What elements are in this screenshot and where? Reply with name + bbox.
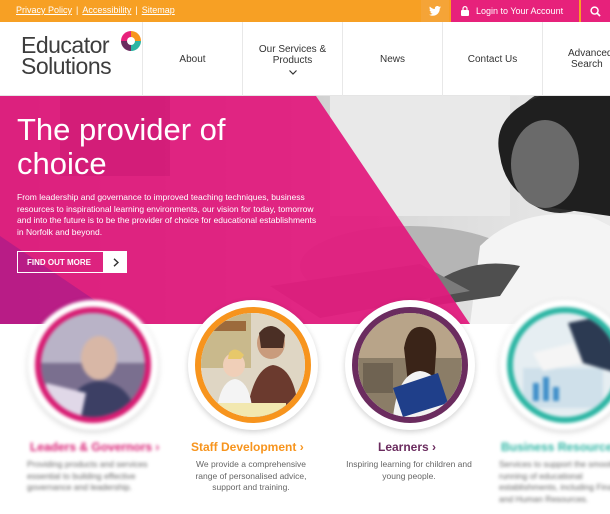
link-separator: | xyxy=(76,5,79,15)
card-desc-leaders: Providing products and services essentia… xyxy=(27,459,148,492)
nav-contact-label: Contact Us xyxy=(467,53,518,65)
chevron-right-icon xyxy=(104,251,127,273)
logo-line-2: Solutions xyxy=(21,53,112,79)
hero-title: The provider of choice xyxy=(17,113,226,181)
utility-links: Privacy Policy | Accessibility | Sitemap xyxy=(16,5,175,15)
learners-image[interactable] xyxy=(345,300,475,430)
nav-advanced-search[interactable]: Advanced Search xyxy=(542,22,610,96)
find-out-more-label: FIND OUT MORE xyxy=(17,251,104,273)
lock-icon xyxy=(461,6,469,16)
card-desc-staff: We provide a comprehensive range of pers… xyxy=(195,459,307,492)
hero-title-line-1: The provider of xyxy=(17,112,226,147)
site-logo[interactable]: Educator Solutions xyxy=(21,31,146,85)
nav-about[interactable]: About xyxy=(142,22,242,96)
nav-services-label-2: Products xyxy=(272,54,313,66)
logo-mark-icon xyxy=(121,31,141,51)
nav-news[interactable]: News xyxy=(342,22,442,96)
nav-contact-us[interactable]: Contact Us xyxy=(442,22,542,96)
card-title-learners[interactable]: Learners › xyxy=(378,440,436,454)
link-separator: | xyxy=(135,5,138,15)
leaders-governors-image[interactable] xyxy=(28,300,158,430)
nav-news-label: News xyxy=(379,53,405,65)
twitter-icon xyxy=(429,6,441,16)
main-nav: About Our Services & Products News Conta… xyxy=(142,22,610,96)
login-button[interactable]: Login to Your Account xyxy=(451,0,579,22)
search-icon xyxy=(590,5,601,17)
staff-development-image[interactable] xyxy=(188,300,318,430)
hero-banner: The provider of choice From leadership a… xyxy=(0,96,610,324)
search-button[interactable] xyxy=(581,0,610,22)
business-resources-image[interactable] xyxy=(500,300,610,430)
site-header: Educator Solutions About Our Services & … xyxy=(0,22,610,96)
login-label: Login to Your Account xyxy=(476,6,564,16)
find-out-more-button[interactable]: FIND OUT MORE xyxy=(17,251,127,273)
card-desc-learners: Inspiring learning for children and youn… xyxy=(346,459,472,481)
hero-title-line-2: choice xyxy=(17,146,107,181)
nav-services-label: Our Services & xyxy=(258,43,327,55)
nav-advanced-label: Advanced xyxy=(568,48,610,59)
card-title-staff[interactable]: Staff Development › xyxy=(191,440,304,454)
privacy-policy-link[interactable]: Privacy Policy xyxy=(16,5,72,15)
card-desc-business: Services to support the smooth running o… xyxy=(499,459,610,504)
twitter-button[interactable] xyxy=(421,0,449,22)
card-title-business[interactable]: Business Resources › xyxy=(501,440,610,454)
accessibility-link[interactable]: Accessibility xyxy=(82,5,131,15)
nav-services-products[interactable]: Our Services & Products xyxy=(242,22,342,96)
card-title-leaders[interactable]: Leaders & Governors › xyxy=(30,440,159,454)
nav-advanced-label-2: Search xyxy=(571,59,603,70)
sitemap-link[interactable]: Sitemap xyxy=(142,5,175,15)
nav-about-label: About xyxy=(179,53,206,65)
service-cards: Leaders & Governors › Providing products… xyxy=(0,300,610,514)
hero-description: From leadership and governance to improv… xyxy=(17,192,317,237)
chevron-down-icon xyxy=(288,69,297,75)
